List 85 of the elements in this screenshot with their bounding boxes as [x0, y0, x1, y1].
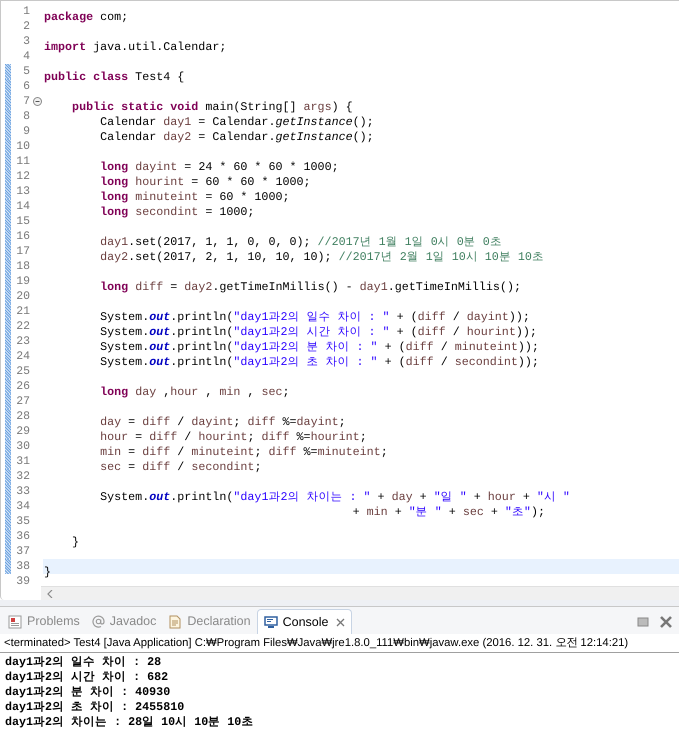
code-line: System.out.println("day1과2의 차이는 : " + day + "일 " + hour + "시 "	[99, 490, 570, 504]
code-line: sec = diff / secondint;	[99, 460, 262, 474]
line-number: 12	[15, 169, 31, 184]
line-number: 5	[22, 64, 31, 79]
code-line: long dayint = 24 * 60 * 60 * 1000;	[99, 160, 339, 174]
code-line: long day ,hour , min , sec;	[99, 385, 290, 399]
code-line: public static void main(String[] args) {	[71, 100, 353, 114]
line-number: 20	[15, 289, 31, 304]
line-number: 19	[15, 274, 31, 289]
line-number: 10	[15, 139, 31, 154]
view-tab[interactable]: Problems	[2, 609, 86, 634]
monitor-icon	[264, 615, 278, 629]
code-line: }	[71, 535, 80, 549]
line-number: 36	[15, 529, 31, 544]
line-number: 23	[15, 334, 31, 349]
code-line: Calendar day1 = Calendar.getInstance();	[99, 115, 374, 129]
line-number: 24	[15, 349, 31, 364]
view-tab[interactable]: Javadoc	[86, 609, 162, 634]
line-number: 29	[15, 424, 31, 439]
line-number: 7	[22, 94, 31, 109]
document-icon	[168, 614, 182, 628]
view-tab[interactable]: Declaration	[162, 609, 257, 634]
collapse-icon[interactable]	[32, 97, 42, 106]
line-number: 33	[15, 484, 31, 499]
code-line: import java.util.Calendar;	[44, 40, 226, 54]
close-icon[interactable]	[336, 618, 346, 626]
line-number: 16	[15, 229, 31, 244]
code-line: System.out.println("day1과2의 일수 차이 : " + (diff / dayint));	[99, 310, 530, 324]
console-output-line: day1과2의 초 차이 : 2455810	[5, 700, 186, 715]
line-number: 17	[15, 244, 31, 259]
line-number: 27	[15, 394, 31, 409]
code-line: hour = diff / hourint; diff %=hourint;	[99, 430, 367, 444]
line-number: 9	[22, 124, 31, 139]
line-number: 4	[22, 49, 31, 64]
line-number: 35	[15, 514, 31, 529]
code-line: }	[44, 565, 52, 579]
line-number: 11	[15, 154, 31, 169]
line-number: 34	[15, 499, 31, 514]
code-line: day = diff / dayint; diff %=dayint;	[99, 415, 346, 429]
code-line: long diff = day2.getTimeInMillis() - day1.getTimeInMillis();	[99, 280, 521, 294]
console-output-line: day1과2의 분 차이 : 40930	[5, 685, 172, 700]
scroll-left-icon[interactable]	[47, 590, 53, 598]
close-icon[interactable]	[659, 614, 673, 628]
line-number: 26	[15, 379, 31, 394]
code-line: package com;	[44, 10, 128, 24]
code-line: long minuteint = 60 * 1000;	[99, 190, 290, 204]
line-number: 32	[15, 469, 31, 484]
code-line: + min + "분 " + sec + "초");	[352, 505, 545, 519]
line-number: 13	[15, 184, 31, 199]
line-number: 22	[15, 319, 31, 334]
line-number: 25	[15, 364, 31, 379]
line-number: 6	[22, 79, 31, 94]
code-line: day1.set(2017, 1, 1, 0, 0, 0); //2017년 1월 1일 0시 0분 0초	[99, 235, 502, 249]
line-number: 39	[15, 574, 31, 586]
code-line: public class Test4 {	[44, 70, 184, 84]
line-number: 18	[15, 259, 31, 274]
console-header: <terminated> Test4 [Java Application] C:₩Program Files₩Java₩jre1.8.0_111₩bin₩javaw.exe (2016. 12. 31. 오전 12:14:21)	[0, 634, 679, 653]
line-number: 30	[15, 439, 31, 454]
line-number: 28	[15, 409, 31, 424]
at-sign-icon	[92, 615, 105, 628]
view-tab[interactable]: Console	[256, 609, 352, 634]
line-number: 14	[15, 199, 31, 214]
line-number: 31	[15, 454, 31, 469]
code-line: day2.set(2017, 2, 1, 10, 10, 10); //2017년 2월 1일 10시 10분 10초	[99, 250, 544, 264]
line-number: 21	[15, 304, 31, 319]
code-line: long hourint = 60 * 60 * 1000;	[99, 175, 311, 189]
line-number: 37	[15, 544, 31, 559]
code-line: System.out.println("day1과2의 초 차이 : " + (diff / secondint));	[99, 355, 539, 369]
line-number: 2	[22, 19, 31, 34]
line-number: 3	[22, 34, 31, 49]
console-output-line: day1과2의 차이는 : 28일 10시 10분 10초	[5, 715, 254, 730]
problems-icon	[8, 614, 22, 628]
code-line: Calendar day2 = Calendar.getInstance();	[99, 130, 374, 144]
line-number: 15	[15, 214, 31, 229]
line-number: 38	[15, 559, 31, 574]
line-number: 8	[22, 109, 31, 124]
code-line: System.out.println("day1과2의 시간 차이 : " + (diff / hourint));	[99, 325, 537, 339]
code-line: min = diff / minuteint; diff %=minuteint;	[99, 445, 388, 459]
minimize-icon[interactable]	[637, 616, 649, 628]
console-output-line: day1과2의 일수 차이 : 28	[5, 655, 162, 670]
code-line: System.out.println("day1과2의 분 차이 : " + (diff / minuteint));	[99, 340, 539, 354]
console-output-line: day1과2의 시간 차이 : 682	[5, 670, 170, 685]
horizontal-scrollbar[interactable]	[41, 586, 679, 600]
code-line: long secondint = 1000;	[99, 205, 254, 219]
line-number: 1	[22, 4, 31, 19]
